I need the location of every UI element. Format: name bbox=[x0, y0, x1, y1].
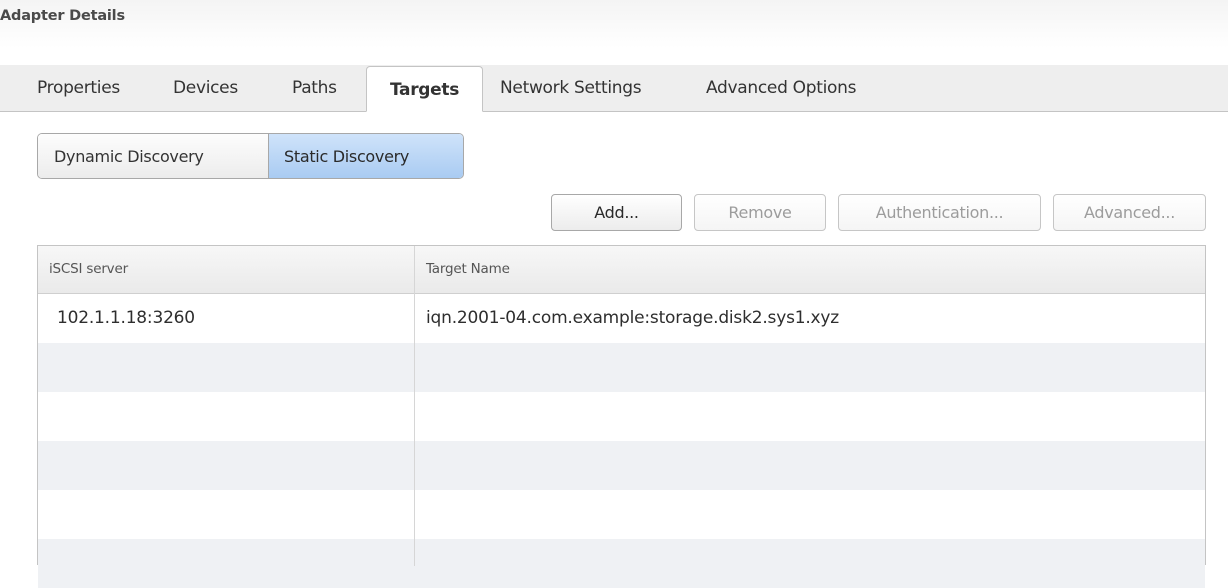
table-row[interactable]: 102.1.1.18:3260 iqn.2001-04.com.example:… bbox=[38, 294, 1205, 343]
column-divider bbox=[414, 246, 415, 566]
tab-bar: Properties Devices Paths Targets Network… bbox=[0, 65, 1228, 112]
table-row[interactable] bbox=[38, 441, 1205, 490]
remove-button[interactable]: Remove bbox=[694, 194, 826, 231]
tab-targets[interactable]: Targets bbox=[366, 66, 483, 112]
tab-paths[interactable]: Paths bbox=[292, 78, 337, 98]
table-row[interactable] bbox=[38, 392, 1205, 441]
page-title: Adapter Details bbox=[0, 8, 125, 24]
static-discovery-button[interactable]: Static Discovery bbox=[269, 134, 463, 178]
tab-advanced-options[interactable]: Advanced Options bbox=[706, 78, 856, 98]
table-row[interactable] bbox=[38, 343, 1205, 392]
authentication-button[interactable]: Authentication... bbox=[838, 194, 1041, 231]
dynamic-discovery-button[interactable]: Dynamic Discovery bbox=[38, 134, 269, 178]
targets-table: iSCSI server Target Name 102.1.1.18:3260… bbox=[37, 245, 1206, 588]
tab-devices[interactable]: Devices bbox=[173, 78, 238, 98]
table-row[interactable] bbox=[38, 490, 1205, 539]
panel-header: Adapter Details bbox=[0, 0, 1228, 48]
iscsi-server-cell: 102.1.1.18:3260 bbox=[57, 308, 195, 328]
column-header-iscsi-server[interactable]: iSCSI server bbox=[38, 246, 414, 293]
target-name-cell: iqn.2001-04.com.example:storage.disk2.sy… bbox=[426, 308, 839, 328]
table-header: iSCSI server Target Name bbox=[38, 246, 1205, 294]
discovery-toggle: Dynamic Discovery Static Discovery bbox=[37, 133, 464, 179]
tab-network-settings[interactable]: Network Settings bbox=[500, 78, 642, 98]
advanced-button[interactable]: Advanced... bbox=[1053, 194, 1206, 231]
column-header-target-name[interactable]: Target Name bbox=[415, 246, 1205, 293]
add-button[interactable]: Add... bbox=[551, 194, 682, 231]
tab-properties[interactable]: Properties bbox=[37, 78, 120, 98]
table-row[interactable] bbox=[38, 539, 1205, 588]
